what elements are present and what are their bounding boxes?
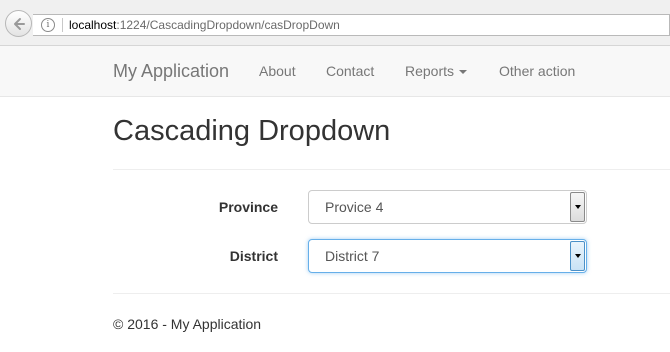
- nav-dropdown-reports[interactable]: Reports: [405, 63, 468, 79]
- district-select[interactable]: District 7: [308, 239, 587, 273]
- arrow-left-icon: [13, 17, 25, 30]
- nav-link-other-action[interactable]: Other action: [499, 63, 575, 79]
- browser-toolbar: i localhost:1224/CascadingDropdown/casDr…: [0, 0, 670, 46]
- district-selected-value: District 7: [325, 248, 380, 264]
- divider-bottom: [113, 293, 670, 294]
- chevron-down-icon: [574, 254, 581, 258]
- chevron-down-icon: [574, 205, 581, 209]
- divider-top: [113, 169, 670, 170]
- district-dropdown-button[interactable]: [570, 241, 585, 271]
- district-label: District: [229, 248, 278, 264]
- province-label: Province: [218, 199, 278, 215]
- nav-link-contact[interactable]: Contact: [326, 63, 374, 79]
- caret-down-icon: [459, 70, 468, 75]
- navbar-brand[interactable]: My Application: [113, 61, 229, 82]
- navbar: My Application About Contact Reports Oth…: [0, 46, 670, 97]
- url-host: localhost: [69, 18, 117, 32]
- nav-link-about[interactable]: About: [259, 63, 296, 79]
- province-selected-value: Provice 4: [325, 199, 384, 215]
- province-dropdown-button[interactable]: [570, 192, 585, 222]
- info-icon[interactable]: i: [41, 18, 55, 32]
- address-bar[interactable]: i localhost:1224/CascadingDropdown/casDr…: [33, 14, 670, 36]
- nav-reports-label: Reports: [405, 63, 455, 79]
- province-select[interactable]: Provice 4: [308, 190, 587, 224]
- footer-text: © 2016 - My Application: [113, 316, 262, 332]
- url-path: :1224/CascadingDropdown/casDropDown: [116, 18, 340, 32]
- back-button[interactable]: [5, 10, 32, 37]
- url-divider: [62, 18, 63, 32]
- url-text[interactable]: localhost:1224/CascadingDropdown/casDrop…: [69, 18, 340, 32]
- page-title: Cascading Dropdown: [113, 115, 391, 147]
